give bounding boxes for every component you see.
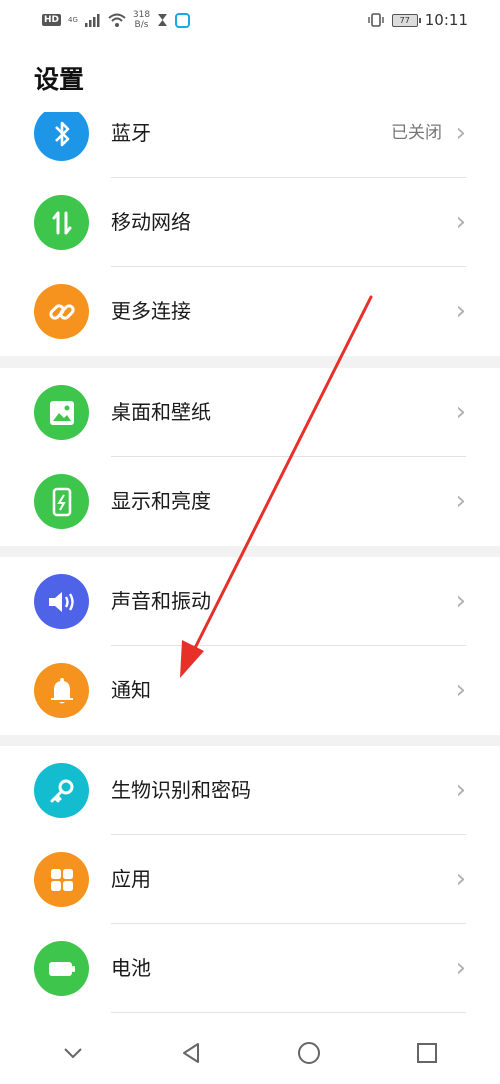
network-type: 4G	[68, 16, 78, 24]
settings-item-notifications[interactable]: 通知 ›	[0, 646, 500, 735]
vibrate-icon	[368, 13, 384, 27]
settings-item-bluetooth[interactable]: 蓝牙 已关闭 ›	[0, 112, 500, 178]
settings-item-label: 声音和振动	[111, 589, 211, 613]
wifi-icon	[108, 13, 126, 27]
settings-group-sound-notify: 声音和振动 › 通知 ›	[0, 557, 500, 735]
chevron-right-icon: ›	[455, 675, 466, 705]
settings-item-more-connections[interactable]: 更多连接 ›	[0, 267, 500, 356]
signal-icon	[84, 13, 100, 27]
settings-item-battery[interactable]: 电池 ›	[0, 924, 500, 1013]
chevron-right-icon: ›	[455, 296, 466, 326]
chevron-right-icon: ›	[455, 207, 466, 237]
apps-grid-icon	[34, 852, 89, 907]
settings-item-label: 通知	[111, 678, 151, 702]
chevron-right-icon: ›	[455, 775, 466, 805]
settings-item-label: 应用	[111, 867, 151, 891]
link-icon	[34, 284, 89, 339]
hd-badge: HD	[42, 14, 62, 26]
settings-item-value: 已关闭	[391, 123, 442, 143]
mobile-data-icon	[34, 195, 89, 250]
battery-indicator: 77	[391, 13, 421, 27]
settings-group-connectivity: 蓝牙 已关闭 › 移动网络 › 更多连接 ›	[0, 112, 500, 356]
network-speed: 318 B/s	[133, 10, 150, 30]
bluetooth-icon	[34, 112, 89, 161]
settings-item-label: 电池	[111, 956, 151, 980]
settings-item-display-brightness[interactable]: 显示和亮度 ›	[0, 457, 500, 546]
speed-unit: B/s	[134, 20, 149, 30]
bell-icon	[34, 663, 89, 718]
clock: 10:11	[424, 11, 468, 29]
settings-item-label: 生物识别和密码	[111, 778, 251, 802]
chevron-right-icon: ›	[455, 953, 466, 983]
settings-group-display: 桌面和壁纸 › 显示和亮度 ›	[0, 368, 500, 546]
settings-item-wallpaper[interactable]: 桌面和壁纸 ›	[0, 368, 500, 457]
chevron-right-icon: ›	[455, 486, 466, 516]
status-right: 77 10:11	[367, 11, 468, 29]
status-left: HD 4G 318 B/s	[42, 10, 191, 30]
status-bar: HD 4G 318 B/s 77 10:11	[0, 0, 500, 40]
home-icon[interactable]	[279, 1023, 339, 1083]
chevron-right-icon: ›	[455, 118, 466, 148]
back-icon[interactable]	[161, 1023, 221, 1083]
settings-item-apps[interactable]: 应用 ›	[0, 835, 500, 924]
key-icon	[34, 763, 89, 818]
settings-group-security-apps: 生物识别和密码 › 应用 › 电池 ›	[0, 746, 500, 1022]
chevron-right-icon: ›	[455, 397, 466, 427]
chevron-down-icon[interactable]	[43, 1023, 103, 1083]
settings-item-label: 移动网络	[111, 210, 191, 234]
settings-item-label: 桌面和壁纸	[111, 400, 211, 424]
display-icon	[34, 474, 89, 529]
settings-item-label: 更多连接	[111, 299, 191, 323]
screen-icon	[175, 12, 191, 28]
settings-item-mobile-network[interactable]: 移动网络 ›	[0, 178, 500, 267]
recents-icon[interactable]	[397, 1023, 457, 1083]
settings-item-label: 蓝牙	[111, 121, 151, 145]
system-nav-bar	[0, 1022, 500, 1084]
image-icon	[34, 385, 89, 440]
page-title: 设置	[34, 65, 85, 94]
chevron-right-icon: ›	[455, 864, 466, 894]
divider	[111, 1012, 466, 1013]
chevron-right-icon: ›	[455, 586, 466, 616]
settings-item-label: 显示和亮度	[111, 489, 211, 513]
settings-item-biometrics-password[interactable]: 生物识别和密码 ›	[0, 746, 500, 835]
speaker-icon	[34, 574, 89, 629]
battery-icon	[34, 941, 89, 996]
speed-value: 318	[132, 10, 151, 20]
page-header: 设置	[0, 40, 500, 112]
settings-item-sound-vibration[interactable]: 声音和振动 ›	[0, 557, 500, 646]
hourglass-icon	[158, 14, 168, 26]
